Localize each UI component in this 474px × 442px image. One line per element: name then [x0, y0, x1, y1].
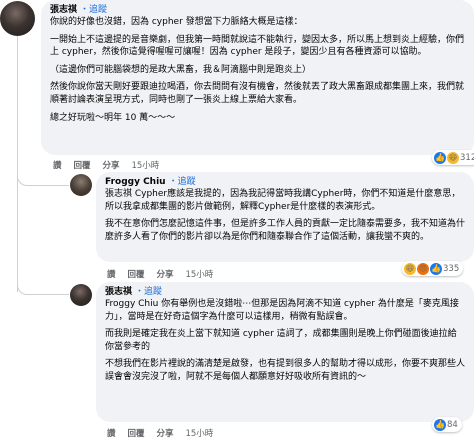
reply-action[interactable]: 回覆 [73, 161, 90, 171]
comment-actions: 讚 回覆 分享 15小時 [107, 268, 222, 280]
reply-action[interactable]: 回覆 [127, 429, 144, 439]
like-reaction-icon: 👍 [434, 151, 446, 164]
reply-action[interactable]: 回覆 [127, 270, 144, 280]
comment-actions: 讚 回覆 分享 15小時 [107, 427, 222, 439]
follow-link[interactable]: ・追蹤 [80, 4, 107, 16]
reaction-summary[interactable]: 👍 😆 312 [432, 150, 474, 165]
angry-reaction-icon: 😠 [417, 262, 429, 275]
comment-timestamp[interactable]: 15小時 [185, 429, 213, 439]
comment-author-row: 張志祺 ・追蹤 [105, 286, 465, 298]
comment-author[interactable]: Froggy Chiu [105, 176, 166, 188]
like-reaction-icon: 👍 [434, 418, 446, 431]
comment-paragraph: 我不在意你們怎麼記憶這件事，但是許多工作人員的貢獻一定比隨泰需要多，我不知道為什… [105, 219, 466, 242]
avatar[interactable] [70, 174, 92, 196]
reaction-summary[interactable]: 👍 84 [432, 417, 462, 432]
follow-link[interactable]: ・追蹤 [135, 286, 162, 298]
comment-author[interactable]: 張志祺 [50, 4, 77, 16]
comment-paragraph: Froggy Chiu 你有舉例也是沒錯啦⋯但那是因為阿滴不知道 cypher … [105, 299, 459, 322]
like-reaction-icon: 👍 [430, 262, 442, 275]
comment-author-row: 張志祺 ・追蹤 [50, 4, 465, 16]
comment-actions: 讚 回覆 分享 15小時 [53, 159, 168, 171]
comment-bubble: 張志祺 ・追蹤 Froggy Chiu 你有舉例也是沒錯啦⋯但那是因為阿滴不知道… [96, 282, 474, 422]
comment-bubble: 張志祺 ・追蹤 你說的好像也沒錯，因為 cypher 發想當下力脈絡大概是這樣：… [41, 0, 474, 155]
comment-paragraph: 你說的好像也沒錯，因為 cypher 發想當下力脈絡大概是這樣： [50, 17, 303, 27]
thread-connector [17, 270, 69, 295]
comment-paragraph: 一開始上不這邊提的是音樂劇，但我第一時間就說這不能執行，變因太多，所以馬上想到炎… [50, 34, 465, 58]
haha-reaction-icon: 😆 [447, 151, 459, 164]
like-action[interactable]: 讚 [107, 270, 116, 280]
comment-timestamp[interactable]: 15小時 [131, 161, 159, 171]
reaction-count: 335 [443, 263, 460, 274]
comment-paragraph: 而我則是確定我在炎上當下就知道 cypher 這詞了，成都集團則是晚上你們碰面後… [105, 329, 457, 352]
share-action[interactable]: 分享 [156, 429, 173, 439]
haha-reaction-icon: 😆 [404, 262, 416, 275]
comment-author-row: Froggy Chiu ・追蹤 [105, 176, 465, 188]
comment-author[interactable]: 張志祺 [105, 286, 132, 298]
comment-paragraph: 然後你說你當天剛好要跟迪拉喝酒，你去問問有沒有機會，然後就丟了政大黑畜跟成都集團… [50, 82, 465, 105]
reaction-summary[interactable]: 😆 😠 👍 335 [402, 261, 464, 276]
comment-paragraph: （這邊你們可能腦袋想的是政大黑畜，我＆阿滴腦中則是跑炎上） [50, 64, 312, 75]
like-action[interactable]: 讚 [107, 429, 116, 439]
comment-bubble: Froggy Chiu ・追蹤 張志祺 Cypher應該是我提的，因為我記得當時… [96, 172, 474, 262]
share-action[interactable]: 分享 [156, 270, 173, 280]
share-action[interactable]: 分享 [102, 161, 119, 171]
avatar[interactable] [0, 1, 35, 36]
comment-paragraph: 不想我們在影片裡說的滿清楚是啟發，也有提到很多人的幫助才得以成形，你要不爽那些人… [105, 359, 466, 382]
avatar[interactable] [70, 284, 92, 306]
reaction-count: 312 [460, 152, 474, 163]
reaction-count: 84 [447, 419, 458, 430]
comment-timestamp[interactable]: 15小時 [185, 270, 213, 280]
like-action[interactable]: 讚 [53, 161, 62, 171]
comment-paragraph: 總之好玩啦～明年 10 萬～～～ [50, 112, 176, 123]
follow-link[interactable]: ・追蹤 [169, 176, 196, 188]
comment-paragraph: 張志祺 Cypher應該是我提的，因為我記得當時我講Cypher時，你們不知道是… [105, 189, 461, 212]
